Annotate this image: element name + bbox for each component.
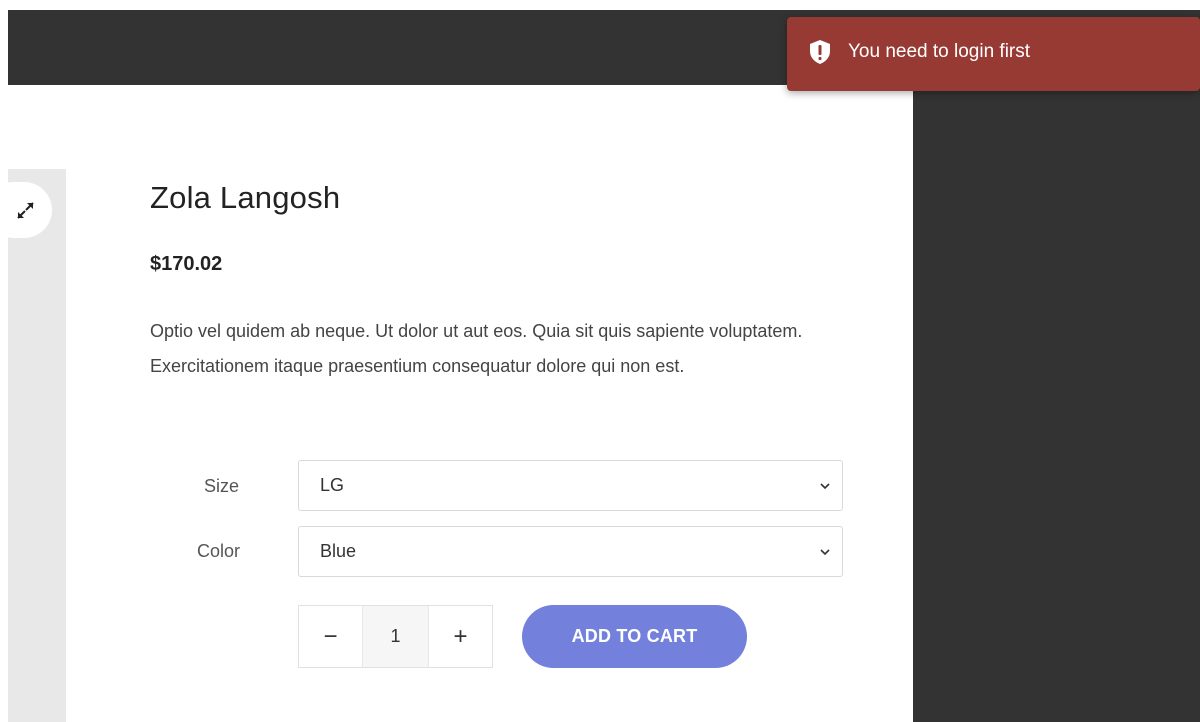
product-price: $170.02 bbox=[150, 253, 223, 275]
quantity-increment-button[interactable]: + bbox=[429, 606, 492, 667]
size-selected-value: LG bbox=[320, 475, 345, 495]
size-select[interactable]: LG bbox=[298, 460, 843, 511]
chevron-down-icon bbox=[820, 482, 830, 489]
quantity-stepper: − 1 + bbox=[298, 605, 493, 668]
color-select[interactable]: Blue bbox=[298, 526, 843, 577]
chevron-down-icon bbox=[820, 548, 830, 555]
size-label: Size bbox=[204, 476, 240, 496]
product-description: Optio vel quidem ab neque. Ut dolor ut a… bbox=[150, 321, 803, 376]
add-to-cart-button[interactable]: ADD TO CART bbox=[522, 605, 747, 668]
color-selected-value: Blue bbox=[320, 541, 357, 561]
left-gutter bbox=[0, 0, 8, 722]
expand-icon bbox=[17, 201, 34, 219]
page-overlay bbox=[913, 85, 1200, 722]
color-label: Color bbox=[197, 541, 241, 561]
product-title: Zola Langosh bbox=[150, 180, 341, 215]
quantity-decrement-button[interactable]: − bbox=[299, 606, 362, 667]
shield-alert-icon bbox=[810, 40, 830, 64]
product-image bbox=[8, 169, 66, 722]
quantity-value[interactable]: 1 bbox=[362, 606, 429, 667]
toast-message: You need to login first bbox=[848, 41, 1031, 62]
login-toast[interactable]: You need to login first bbox=[787, 17, 1200, 91]
